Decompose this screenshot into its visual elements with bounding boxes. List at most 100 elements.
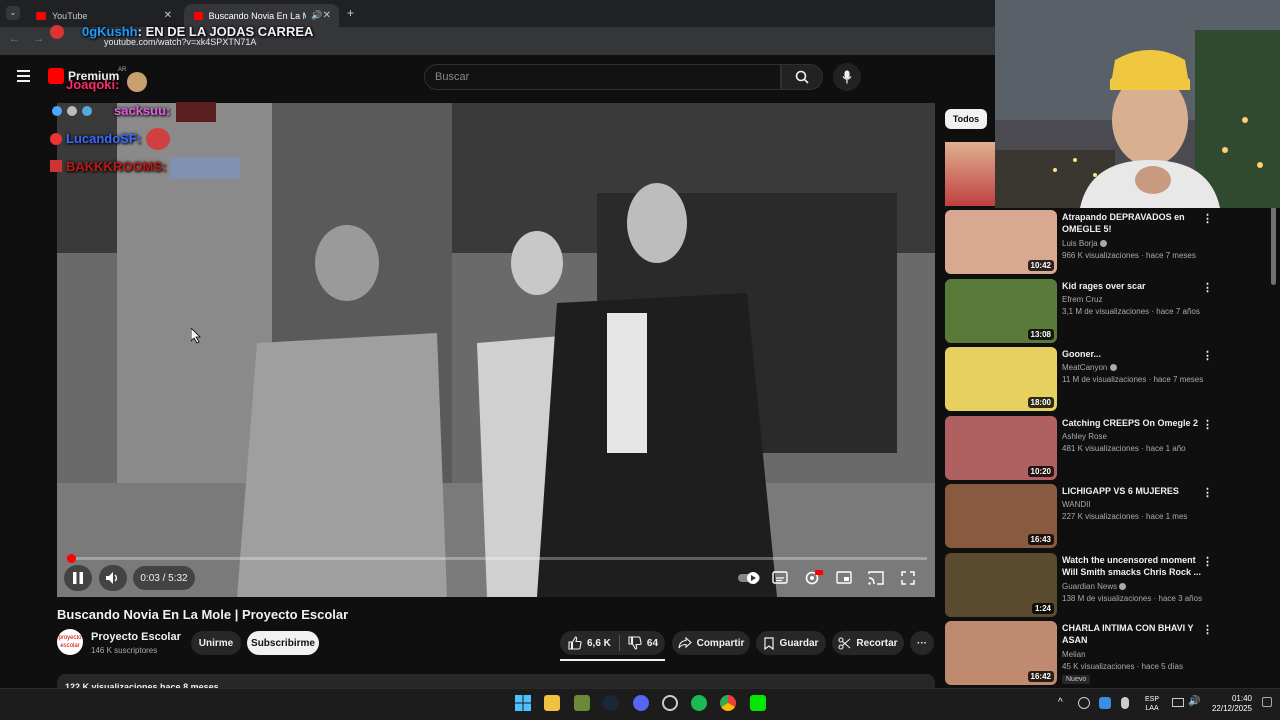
volume-tray-icon[interactable]: 🔊 bbox=[1188, 696, 1200, 707]
recommendation-thumbnail[interactable]: 18:00 bbox=[945, 347, 1057, 411]
search-icon bbox=[795, 70, 809, 84]
more-options-icon[interactable]: ⋮ bbox=[1202, 281, 1213, 294]
clip-button[interactable]: Recortar bbox=[832, 631, 904, 655]
recommendation-channel[interactable]: Luis Borja bbox=[1062, 239, 1107, 248]
new-tab-icon[interactable]: + bbox=[347, 6, 354, 20]
search-box[interactable] bbox=[424, 64, 781, 90]
fullscreen-icon bbox=[901, 571, 915, 585]
recommendation-thumbnail[interactable]: 16:43 bbox=[945, 484, 1057, 548]
app-tray-icon[interactable] bbox=[1099, 697, 1111, 709]
discord-icon[interactable] bbox=[633, 695, 649, 711]
save-button[interactable]: Guardar bbox=[756, 631, 826, 655]
chat-line-2: Joaqoki: bbox=[66, 77, 120, 92]
recommendation-channel[interactable]: Efrem Cruz bbox=[1062, 295, 1102, 304]
notifications-icon[interactable] bbox=[1262, 697, 1272, 707]
recommendation-title[interactable]: LICHIGAPP VS 6 MUJERES bbox=[1062, 485, 1202, 497]
recommendation-title[interactable]: Gooner... bbox=[1062, 348, 1202, 360]
dislike-button[interactable]: 64 bbox=[628, 636, 658, 650]
chrome-icon[interactable] bbox=[720, 695, 736, 711]
more-options-icon[interactable]: ⋮ bbox=[1202, 555, 1213, 568]
recommendation-thumbnail[interactable]: 10:42 bbox=[945, 210, 1057, 274]
recommendation-title[interactable]: Kid rages over scar bbox=[1062, 280, 1202, 292]
channel-name[interactable]: Proyecto Escolar bbox=[91, 631, 181, 643]
recommendation-thumbnail[interactable]: 16:42 bbox=[945, 621, 1057, 685]
microphone-tray-icon[interactable] bbox=[1121, 697, 1129, 709]
like-button[interactable]: 6,6 K bbox=[568, 636, 611, 650]
share-button[interactable]: Compartir bbox=[672, 631, 750, 655]
recommendation-title[interactable]: CHARLA INTIMA CON BHAVI Y ASAN bbox=[1062, 622, 1202, 646]
volume-button[interactable] bbox=[99, 565, 127, 591]
more-options-icon[interactable]: ⋮ bbox=[1202, 623, 1213, 636]
recommendation-item[interactable]: 13:08 Kid rages over scar Efrem Cruz 3,1 M … bbox=[945, 279, 1270, 343]
recommendation-thumbnail[interactable]: 1:24 bbox=[945, 553, 1057, 617]
time-display: 0:03 / 5:32 bbox=[133, 566, 195, 590]
progress-bar[interactable] bbox=[67, 557, 927, 560]
recommendation-channel[interactable]: Guardian News bbox=[1062, 582, 1127, 591]
dislike-count: 64 bbox=[646, 637, 659, 649]
recommendation-channel[interactable]: Melian bbox=[1062, 650, 1086, 659]
recommendation-item[interactable]: 18:00 Gooner... MeatCanyon 11 M de visuali… bbox=[945, 347, 1270, 411]
recommendation-item[interactable]: 10:20 Catching CREEPS On Omegle 2 Ashley R… bbox=[945, 416, 1270, 480]
minecraft-icon[interactable] bbox=[574, 695, 590, 711]
spotify-icon[interactable] bbox=[691, 695, 707, 711]
recommendation-channel[interactable]: MeatCanyon bbox=[1062, 363, 1117, 372]
steam-icon[interactable] bbox=[603, 695, 619, 711]
fullscreen-button[interactable] bbox=[899, 569, 917, 587]
recommendation-channel[interactable]: Ashley Rose bbox=[1062, 432, 1107, 441]
recommendation-title[interactable]: Catching CREEPS On Omegle 2 bbox=[1062, 417, 1202, 429]
speaker-icon[interactable]: 🔊 bbox=[311, 10, 322, 21]
recommendation-channel[interactable]: WANDII bbox=[1062, 500, 1091, 509]
language-indicator[interactable]: ESP LAA bbox=[1145, 695, 1159, 713]
subscribe-button[interactable]: Subscribirme bbox=[247, 631, 319, 655]
autoplay-icon bbox=[738, 572, 760, 584]
recommendation-title[interactable]: Watch the uncensored moment Will Smith s… bbox=[1062, 554, 1202, 578]
start-icon[interactable] bbox=[515, 695, 531, 711]
recommendation-item[interactable]: 10:42 Atrapando DEPRAVADOS en OMEGLE 5! Lu… bbox=[945, 210, 1270, 274]
search-button[interactable] bbox=[781, 64, 823, 90]
recommendation-item[interactable]: 16:42 CHARLA INTIMA CON BHAVI Y ASAN Melia… bbox=[945, 621, 1270, 685]
more-options-icon[interactable]: ⋮ bbox=[1202, 212, 1213, 225]
pause-button[interactable] bbox=[64, 565, 92, 591]
network-icon[interactable] bbox=[1172, 698, 1184, 707]
more-actions-button[interactable]: ··· bbox=[910, 631, 934, 655]
channel-avatar[interactable]: proyecto escolar bbox=[57, 629, 83, 655]
filter-chip-all[interactable]: Todos bbox=[945, 109, 987, 129]
recommendation-thumbnail[interactable]: 10:20 bbox=[945, 416, 1057, 480]
forward-icon[interactable]: → bbox=[33, 33, 44, 45]
scrubber-handle[interactable] bbox=[67, 554, 76, 563]
recommendation-title[interactable]: Atrapando DEPRAVADOS en OMEGLE 5! bbox=[1062, 211, 1202, 235]
youtube-logo-icon[interactable] bbox=[48, 68, 64, 84]
close-tab-icon[interactable]: ✕ bbox=[164, 10, 172, 21]
tray-overflow-icon[interactable]: ^ bbox=[1058, 697, 1063, 708]
autoplay-toggle[interactable] bbox=[738, 569, 760, 587]
settings-button[interactable] bbox=[803, 569, 823, 587]
subtitles-button[interactable] bbox=[771, 569, 789, 587]
back-icon[interactable]: ← bbox=[9, 33, 20, 45]
recommendation-item[interactable]: 1:24 Watch the uncensored moment Will Smi… bbox=[945, 553, 1270, 617]
kick-icon[interactable] bbox=[750, 695, 766, 711]
verified-icon bbox=[1099, 240, 1107, 248]
tab-search-icon[interactable]: ⌄ bbox=[6, 6, 20, 20]
close-tab-icon[interactable]: ✕ bbox=[323, 10, 331, 21]
recommendation-item[interactable]: 16:43 LICHIGAPP VS 6 MUJERES WANDII 227 K v… bbox=[945, 484, 1270, 548]
more-options-icon[interactable]: ⋮ bbox=[1202, 418, 1213, 431]
sync-icon[interactable] bbox=[1078, 697, 1090, 709]
recommendation-thumbnail[interactable]: 13:08 bbox=[945, 279, 1057, 343]
chat-line-4: LucandoSF: bbox=[66, 131, 142, 146]
miniplayer-button[interactable] bbox=[835, 569, 853, 587]
bookmark-icon bbox=[763, 636, 774, 650]
more-options-icon[interactable]: ⋮ bbox=[1202, 349, 1213, 362]
menu-icon[interactable] bbox=[17, 70, 30, 82]
search-input[interactable] bbox=[425, 65, 780, 89]
recommendation-meta: 227 K visualizaciones · hace 1 mes bbox=[1062, 512, 1188, 521]
channel-name: Guardian News bbox=[1062, 582, 1118, 591]
voice-search-button[interactable] bbox=[833, 63, 861, 91]
microphone-icon bbox=[842, 70, 852, 84]
file-explorer-icon[interactable] bbox=[544, 695, 560, 711]
join-button[interactable]: Unirme bbox=[191, 631, 241, 655]
partial-thumbnail[interactable] bbox=[945, 142, 995, 206]
cast-button[interactable] bbox=[867, 569, 885, 587]
system-clock[interactable]: 01:40 22/12/2025 bbox=[1208, 694, 1252, 714]
obs-icon[interactable] bbox=[662, 695, 678, 711]
more-options-icon[interactable]: ⋮ bbox=[1202, 486, 1213, 499]
